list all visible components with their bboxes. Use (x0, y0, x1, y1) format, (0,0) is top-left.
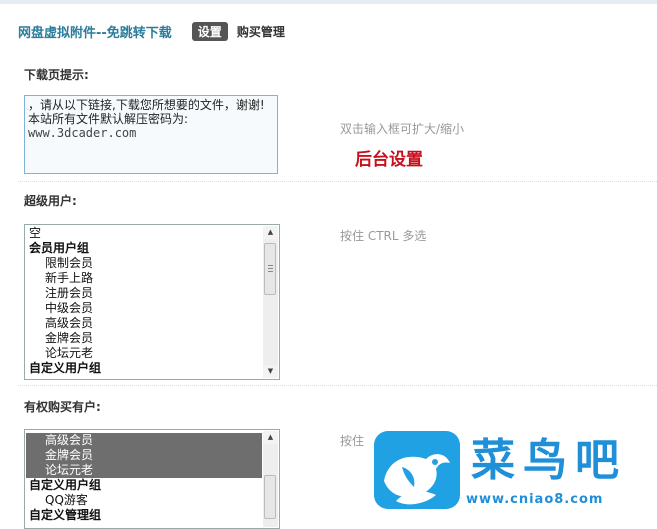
select-optgroup: 会员用户组 (29, 241, 90, 255)
buyers-options: 高级会员 金牌会员 论坛元老 自定义用户组 QQ游客 自定义管理组 (26, 433, 262, 523)
scroll-up-arrow-icon[interactable]: ▲ (263, 431, 278, 444)
download-tip-label: 下载页提示: (24, 68, 89, 82)
thumb-grip (268, 265, 273, 266)
site-watermark: 菜鸟吧 www.cniao8.com (371, 416, 657, 520)
select-option-selected[interactable]: 高级会员 (26, 433, 262, 448)
select-option-selected[interactable]: 论坛元老 (26, 463, 262, 478)
super-users-select[interactable]: 空 会员用户组 限制会员 新手上路 注册会员 中级会员 高级会员 金牌会员 论坛… (24, 224, 280, 380)
select-optgroup: 自定义用户组 (29, 361, 102, 375)
select-option[interactable]: 限制会员 (26, 256, 262, 271)
select-option[interactable]: QQ游客 (26, 493, 262, 508)
buyers-select[interactable]: 高级会员 金牌会员 论坛元老 自定义用户组 QQ游客 自定义管理组 ▲ (24, 429, 280, 529)
bird-logo-icon (374, 431, 460, 509)
download-tip-line: ，请从以下链接,下载您所想要的文件，谢谢! (28, 98, 265, 112)
section-divider (18, 385, 657, 386)
thumb-grip (268, 271, 273, 272)
select-option[interactable]: 金牌会员 (26, 331, 262, 346)
scroll-up-arrow-icon[interactable]: ▲ (263, 226, 278, 239)
super-users-label: 超级用户: (24, 194, 77, 208)
buyers-scrollbar[interactable]: ▲ (263, 431, 278, 527)
select-optgroup: 自定义管理组 (29, 508, 102, 522)
select-option[interactable]: 注册会员 (26, 286, 262, 301)
select-option[interactable]: 论坛元老 (26, 346, 262, 361)
download-tip-line: 本站所有文件默认解压密码为: (28, 112, 189, 126)
tab-settings[interactable]: 设置 (191, 21, 228, 41)
download-tip-textarea[interactable]: ，请从以下链接,下载您所想要的文件，谢谢! 本站所有文件默认解压密码为: www… (24, 95, 278, 174)
thumb-grip (268, 268, 273, 269)
top-border (0, 0, 657, 4)
backend-settings-note: 后台设置 (355, 150, 423, 170)
super-users-options: 空 会员用户组 限制会员 新手上路 注册会员 中级会员 高级会员 金牌会员 论坛… (26, 226, 262, 376)
select-option[interactable]: 新手上路 (26, 271, 262, 286)
super-users-hint: 按住 CTRL 多选 (340, 229, 427, 243)
plugin-header: 网盘虚拟附件--免跳转下载 设置 购买管理 (18, 20, 285, 42)
select-optgroup: 自定义用户组 (29, 478, 102, 492)
plugin-title: 网盘虚拟附件--免跳转下载 (18, 25, 172, 41)
buyers-hint: 按住 (340, 434, 365, 448)
download-tip-line: www.3dcader.com (28, 126, 137, 140)
watermark-url: www.cniao8.com (466, 492, 604, 507)
watermark-name: 菜鸟吧 (471, 435, 627, 486)
scrollbar-thumb[interactable] (264, 243, 276, 295)
scrollbar-thumb[interactable] (264, 475, 276, 519)
bird-logo-graphic (384, 454, 450, 505)
tab-purchase-management[interactable]: 购买管理 (237, 23, 285, 40)
scroll-down-arrow-icon[interactable]: ▼ (263, 365, 278, 378)
super-users-scrollbar[interactable]: ▲ ▼ (263, 226, 278, 378)
select-option[interactable]: 高级会员 (26, 316, 262, 331)
select-option-selected[interactable]: 金牌会员 (26, 448, 262, 463)
download-tip-hint: 双击输入框可扩大/缩小 (340, 122, 465, 136)
select-option[interactable]: 空 (26, 226, 262, 241)
buyers-label: 有权购买有户: (24, 400, 101, 414)
select-option[interactable]: 中级会员 (26, 301, 262, 316)
section-divider (18, 181, 657, 182)
